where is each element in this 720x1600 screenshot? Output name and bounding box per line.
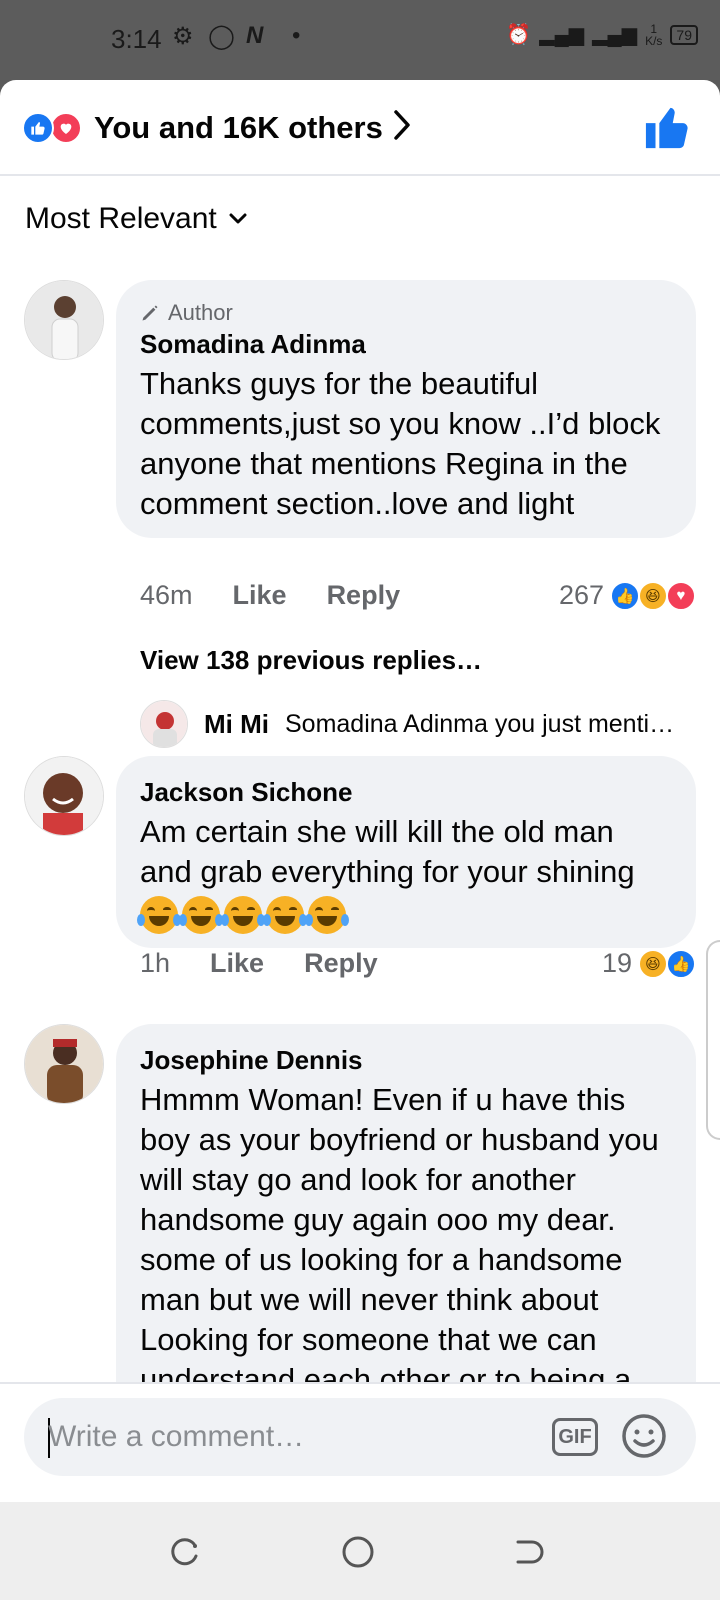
emoji-row bbox=[137, 896, 672, 934]
reply-preview[interactable]: Mi Mi Somadina Adinma you just menti… bbox=[140, 700, 674, 748]
comment-composer: GIF bbox=[0, 1382, 720, 1502]
system-navigation-bar bbox=[0, 1502, 720, 1600]
comment-time: 46m bbox=[140, 580, 193, 610]
haha-reaction-icon: 😆 bbox=[638, 948, 668, 979]
reply-text: Somadina Adinma you just menti… bbox=[285, 709, 675, 738]
reaction-count[interactable]: 19 😆 👍 bbox=[602, 948, 696, 979]
battery-icon: 79 bbox=[670, 24, 698, 45]
tears-of-joy-emoji-icon bbox=[179, 896, 223, 934]
chevron-right-icon[interactable] bbox=[392, 108, 414, 151]
tears-of-joy-emoji-icon bbox=[305, 896, 349, 934]
love-reaction-icon: ♥ bbox=[666, 580, 696, 611]
sort-selector[interactable]: Most Relevant bbox=[25, 202, 247, 236]
home-icon[interactable] bbox=[338, 1532, 378, 1572]
status-time: 3:14 bbox=[111, 24, 162, 54]
reaction-count-number: 267 bbox=[558, 580, 604, 610]
comment-text: Thanks guys for the beautiful comments,j… bbox=[140, 366, 661, 521]
gif-button[interactable]: GIF bbox=[552, 1418, 598, 1456]
scroll-handle[interactable] bbox=[706, 940, 720, 1140]
reaction-count-number: 19 bbox=[601, 948, 632, 978]
view-previous-replies-link[interactable]: View 138 previous replies… bbox=[140, 645, 482, 676]
like-reaction-icon: 👍 bbox=[610, 580, 640, 611]
comment-actions: 1h Like Reply bbox=[140, 948, 378, 979]
tears-of-joy-emoji-icon bbox=[263, 896, 307, 934]
alarm-icon: ⏰ bbox=[506, 24, 532, 46]
comment-text: Am certain she will kill the old man and… bbox=[140, 814, 635, 889]
like-action[interactable]: Like bbox=[210, 948, 264, 979]
author-badge: Author bbox=[140, 300, 672, 326]
comment-text: Hmmm Woman! Even if u have this boy as y… bbox=[140, 1082, 659, 1397]
comment-input-container[interactable]: GIF bbox=[24, 1398, 696, 1476]
tears-of-joy-emoji-icon bbox=[137, 896, 181, 934]
emoji-button-icon[interactable] bbox=[620, 1412, 668, 1460]
n-icon: N bbox=[246, 22, 264, 49]
tears-of-joy-emoji-icon bbox=[221, 896, 265, 934]
like-action[interactable]: Like bbox=[233, 580, 287, 611]
author-badge-label: Author bbox=[168, 300, 233, 325]
signal-icon: ▂▄▆ bbox=[592, 24, 638, 46]
status-right-icons: ⏰ ▂▄▆ ▂▄▆ 1 K/s 79 bbox=[506, 22, 698, 47]
avatar[interactable] bbox=[140, 700, 188, 748]
comment-time: 1h bbox=[140, 948, 171, 978]
comment-bubble[interactable]: Author Somadina Adinma Thanks guys for t… bbox=[116, 280, 696, 538]
like-reaction-icon: 👍 bbox=[666, 948, 696, 979]
network-speed: 1 K/s bbox=[645, 21, 663, 48]
comment-input[interactable] bbox=[48, 1398, 528, 1476]
avatar[interactable] bbox=[24, 756, 104, 836]
back-icon[interactable] bbox=[508, 1532, 548, 1572]
comment-author-name[interactable]: Somadina Adinma bbox=[140, 328, 672, 360]
avatar[interactable] bbox=[24, 1024, 104, 1104]
reply-author-name[interactable]: Mi Mi bbox=[204, 709, 269, 740]
comment-author-name[interactable]: Josephine Dennis bbox=[140, 1044, 672, 1076]
haha-reaction-icon: 😆 bbox=[638, 580, 668, 611]
reply-action[interactable]: Reply bbox=[304, 948, 378, 979]
comment-bubble[interactable]: Jackson Sichone Am certain she will kill… bbox=[116, 756, 696, 948]
reaction-count[interactable]: 267 👍 😆 ♥ bbox=[559, 580, 696, 611]
like-button-icon[interactable] bbox=[644, 104, 690, 150]
reaction-icons bbox=[22, 112, 88, 144]
reactions-summary[interactable]: You and 16K others bbox=[94, 110, 383, 146]
signal-icon: ▂▄▆ bbox=[539, 24, 585, 46]
pencil-icon bbox=[142, 305, 158, 321]
whatsapp-icon: ◯ bbox=[208, 23, 235, 50]
reply-action[interactable]: Reply bbox=[327, 580, 401, 611]
dot-icon: • bbox=[292, 22, 301, 49]
like-reaction-icon bbox=[22, 112, 54, 144]
comment-bubble[interactable]: Josephine Dennis Hmmm Woman! Even if u h… bbox=[116, 1024, 696, 1444]
comment-author-name[interactable]: Jackson Sichone bbox=[140, 776, 672, 808]
comment-actions: 46m Like Reply bbox=[140, 580, 400, 611]
reactions-header[interactable]: You and 16K others bbox=[0, 80, 720, 176]
gear-icon: ⚙ bbox=[172, 23, 194, 50]
love-reaction-icon bbox=[50, 112, 82, 144]
chevron-down-icon bbox=[229, 213, 247, 224]
sort-label: Most Relevant bbox=[25, 202, 217, 235]
comments-sheet: You and 16K others Most Relevant Author … bbox=[0, 80, 720, 1502]
status-bar: 3:14 ⚙ ◯ N • ⏰ ▂▄▆ ▂▄▆ 1 K/s 79 bbox=[0, 0, 720, 80]
avatar[interactable] bbox=[24, 280, 104, 360]
recent-apps-icon[interactable] bbox=[164, 1532, 204, 1572]
